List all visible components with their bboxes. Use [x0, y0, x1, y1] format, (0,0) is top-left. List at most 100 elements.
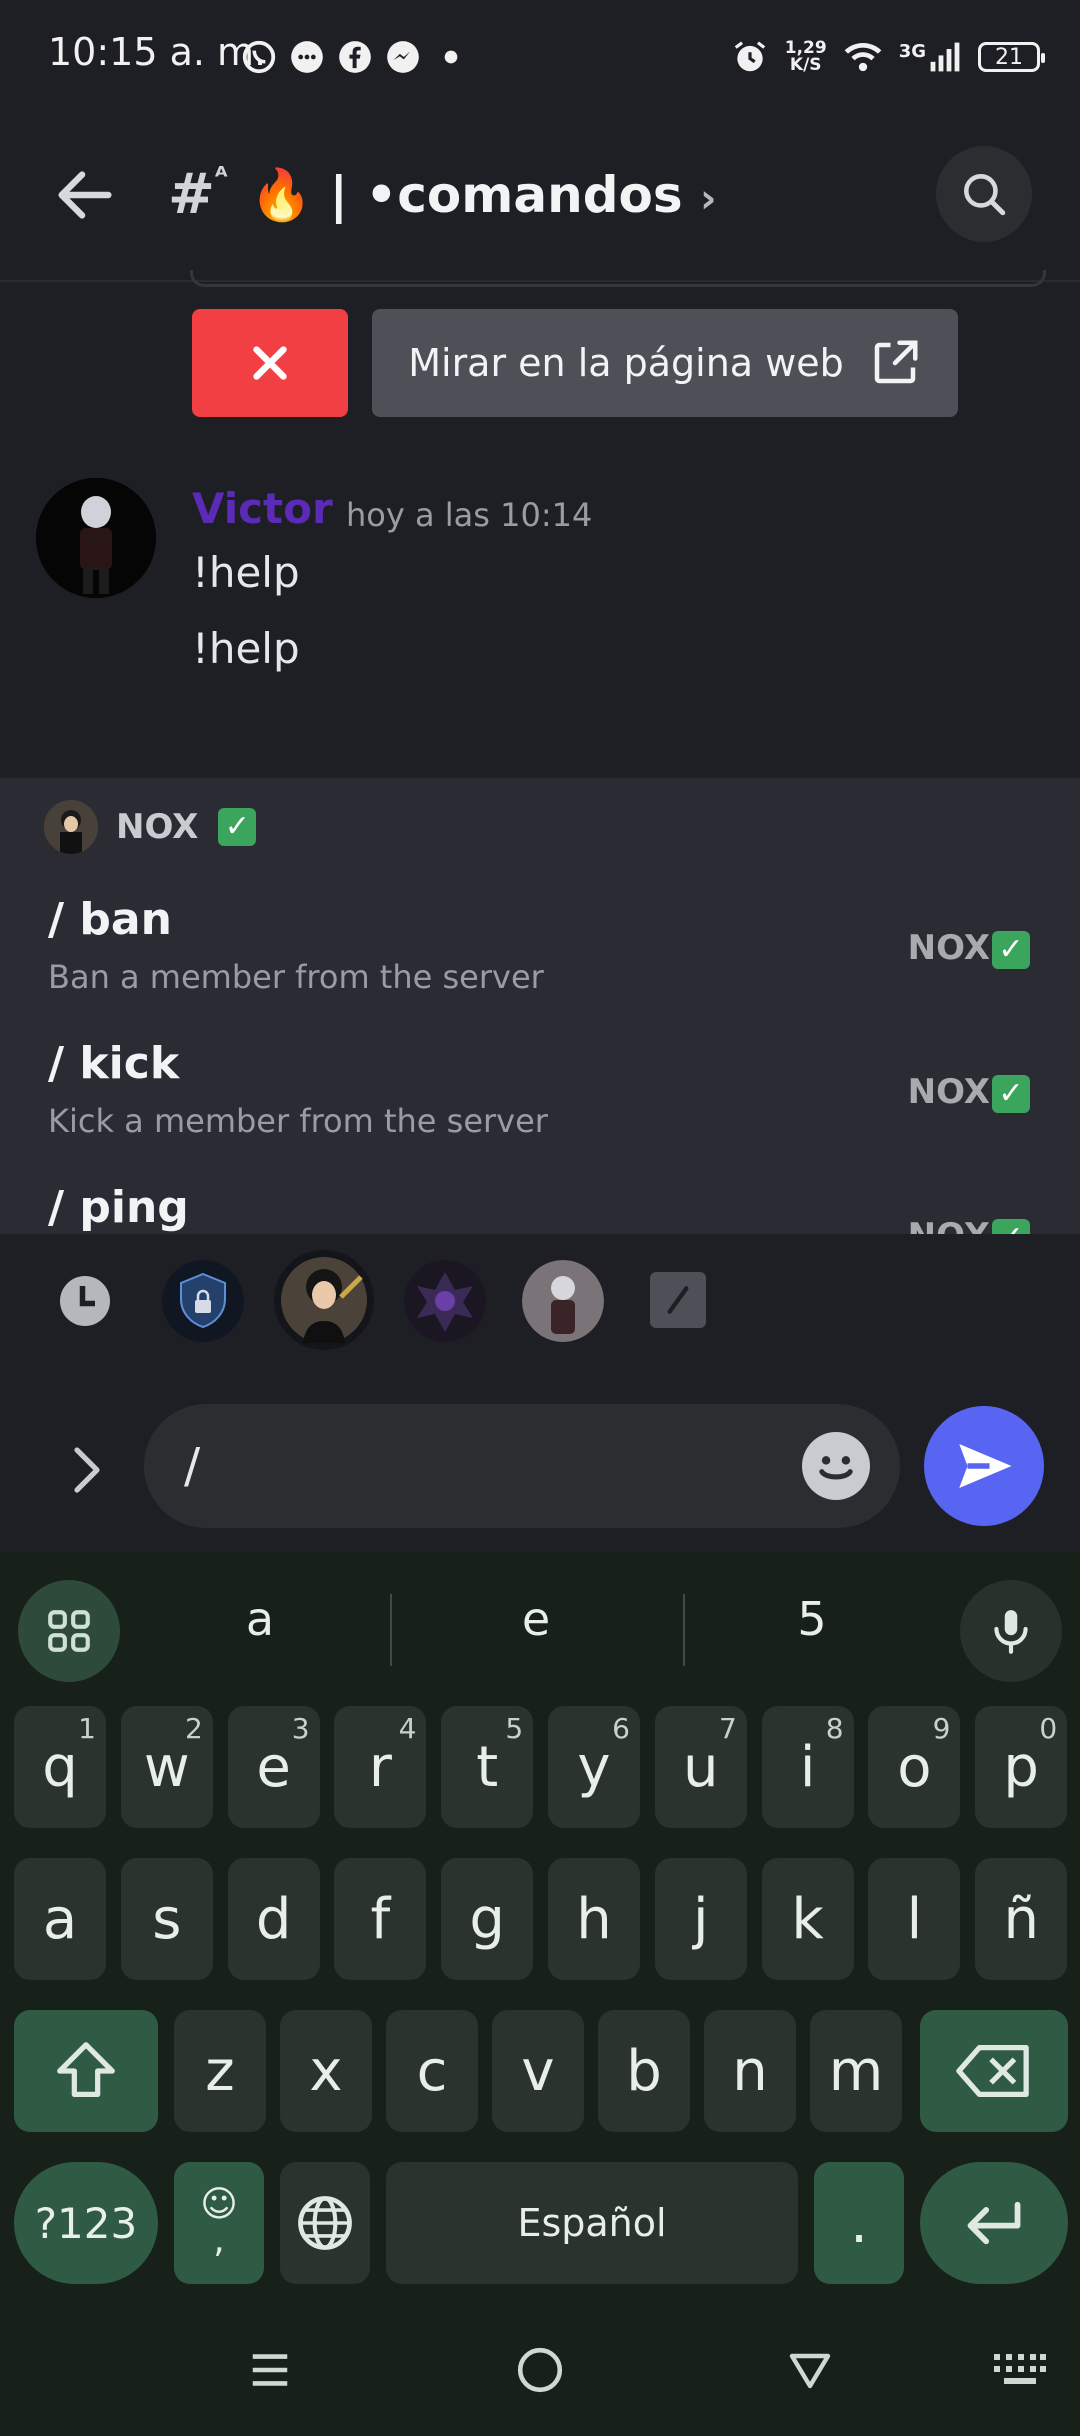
- key-hint: 7: [718, 1712, 737, 1745]
- command-name: / kick: [48, 1038, 180, 1089]
- status-bar: 10:15 a. m. 1,29 K/S 3G 21: [0, 0, 1080, 120]
- letter-key[interactable]: n: [704, 2010, 796, 2132]
- letter-key[interactable]: y6: [548, 1706, 640, 1828]
- recent-commands-tab[interactable]: [44, 1260, 126, 1342]
- chat-icon: [291, 41, 323, 73]
- letter-key[interactable]: a: [14, 1858, 106, 1980]
- letter-key[interactable]: f: [334, 1858, 427, 1980]
- keyboard-switch-button[interactable]: [990, 2340, 1050, 2400]
- period-key[interactable]: .: [814, 2162, 904, 2284]
- key-label: c: [416, 2038, 448, 2104]
- letter-key[interactable]: ñ: [975, 1858, 1068, 1980]
- app-purple-bot[interactable]: [404, 1260, 486, 1342]
- suggestion[interactable]: a: [140, 1592, 380, 1646]
- builtin-commands-tab[interactable]: [650, 1272, 706, 1328]
- letter-key[interactable]: r4: [334, 1706, 427, 1828]
- letter-key[interactable]: h: [548, 1858, 640, 1980]
- app-source-rail: [0, 1234, 1080, 1380]
- message-author[interactable]: Victor: [192, 484, 333, 533]
- key-label: g: [469, 1886, 505, 1952]
- letter-key[interactable]: w2: [120, 1706, 213, 1828]
- system-navigation-bar: [0, 2310, 1080, 2436]
- letter-key[interactable]: z: [174, 2010, 266, 2132]
- letter-key[interactable]: m: [810, 2010, 902, 2132]
- letter-key[interactable]: p0: [975, 1706, 1068, 1828]
- key-label: s: [152, 1886, 182, 1952]
- letter-key[interactable]: v: [492, 2010, 584, 2132]
- channel-title[interactable]: 🔥 | •comandos ›: [250, 166, 717, 225]
- space-key[interactable]: Español: [386, 2162, 798, 2284]
- close-icon: [253, 346, 287, 380]
- key-label: z: [205, 2038, 235, 2104]
- letter-key[interactable]: j: [654, 1858, 747, 1980]
- key-label: m: [828, 2038, 884, 2104]
- letter-key[interactable]: l: [868, 1858, 961, 1980]
- messenger-icon: [387, 41, 419, 73]
- symbols-key[interactable]: ?123: [14, 2162, 158, 2284]
- key-label: w: [143, 1734, 190, 1800]
- letter-key[interactable]: k: [761, 1858, 854, 1980]
- voice-input-button[interactable]: [960, 1580, 1062, 1682]
- shift-key[interactable]: [14, 2010, 158, 2132]
- letter-key[interactable]: i8: [761, 1706, 854, 1828]
- home-nav-button[interactable]: [510, 2340, 570, 2400]
- keyboard-menu-button[interactable]: [18, 1580, 120, 1682]
- letter-key[interactable]: g: [441, 1858, 534, 1980]
- dismiss-button[interactable]: [192, 309, 348, 417]
- back-arrow-icon[interactable]: [50, 160, 120, 230]
- key-hint: 4: [398, 1712, 417, 1745]
- enter-key[interactable]: [920, 2162, 1068, 2284]
- key-label: d: [255, 1886, 292, 1952]
- chevron-right-expand-icon[interactable]: [62, 1440, 112, 1500]
- network-speed: 1,29 K/S: [784, 38, 827, 75]
- language-key[interactable]: [280, 2162, 370, 2284]
- send-button[interactable]: [924, 1406, 1044, 1526]
- command-source: NOX✓: [908, 928, 1030, 969]
- app-security-bot[interactable]: [162, 1260, 244, 1342]
- letter-key[interactable]: q1: [14, 1706, 106, 1828]
- letter-key[interactable]: u7: [654, 1706, 747, 1828]
- command-source: NOX✓: [908, 1216, 1030, 1234]
- message-input[interactable]: /: [144, 1404, 900, 1528]
- letter-key[interactable]: e3: [227, 1706, 320, 1828]
- search-button[interactable]: [936, 146, 1032, 242]
- app-character-bot[interactable]: [522, 1260, 604, 1342]
- back-nav-button[interactable]: [780, 2340, 840, 2400]
- backspace-icon: [956, 2044, 1029, 2098]
- letter-key[interactable]: b: [598, 2010, 690, 2132]
- letter-key[interactable]: x: [280, 2010, 372, 2132]
- verified-check-icon: ✓: [992, 930, 1030, 969]
- emoji-comma-key[interactable]: ☺ ,: [174, 2162, 264, 2284]
- battery-indicator: 21: [978, 42, 1045, 72]
- open-web-button[interactable]: Mirar en la página web: [372, 309, 958, 417]
- command-item-ban[interactable]: / ban Ban a member from the server NOX ✓: [0, 886, 1080, 1026]
- suggestion[interactable]: 5: [692, 1592, 932, 1646]
- suggestion-divider: [683, 1594, 685, 1666]
- command-item-ping[interactable]: / ping NOX✓: [0, 1174, 1080, 1234]
- home-circle-icon: [517, 2347, 563, 2393]
- avatar[interactable]: [36, 478, 156, 598]
- onscreen-keyboard: a e 5 ?123 ☺ , Español . q1w2e3r4t5y6u7i…: [0, 1552, 1080, 2436]
- microphone-icon: [994, 1610, 1028, 1654]
- key-hint: 3: [291, 1712, 310, 1745]
- key-label: i: [799, 1734, 816, 1800]
- status-time: 10:15 a. m.: [48, 30, 267, 74]
- key-label: n: [732, 2038, 768, 2104]
- channel-header: #ᴬ 🔥 | •comandos ›: [0, 120, 1080, 282]
- key-label: e: [256, 1734, 291, 1800]
- key-hint: 2: [184, 1712, 203, 1745]
- app-nox-bot-selected[interactable]: [274, 1250, 374, 1350]
- backspace-key[interactable]: [920, 2010, 1068, 2132]
- recents-nav-button[interactable]: [240, 2340, 300, 2400]
- letter-key[interactable]: c: [386, 2010, 478, 2132]
- letter-key[interactable]: o9: [868, 1706, 961, 1828]
- wifi-icon: [844, 43, 882, 72]
- letter-key[interactable]: t5: [441, 1706, 534, 1828]
- command-item-kick[interactable]: / kick Kick a member from the server NOX…: [0, 1030, 1080, 1170]
- letter-key[interactable]: d: [227, 1858, 320, 1980]
- emoji-button[interactable]: [802, 1432, 870, 1500]
- letter-key[interactable]: s: [120, 1858, 213, 1980]
- key-label: t: [476, 1734, 499, 1800]
- command-description: Ban a member from the server: [48, 958, 544, 996]
- suggestion[interactable]: e: [416, 1592, 656, 1646]
